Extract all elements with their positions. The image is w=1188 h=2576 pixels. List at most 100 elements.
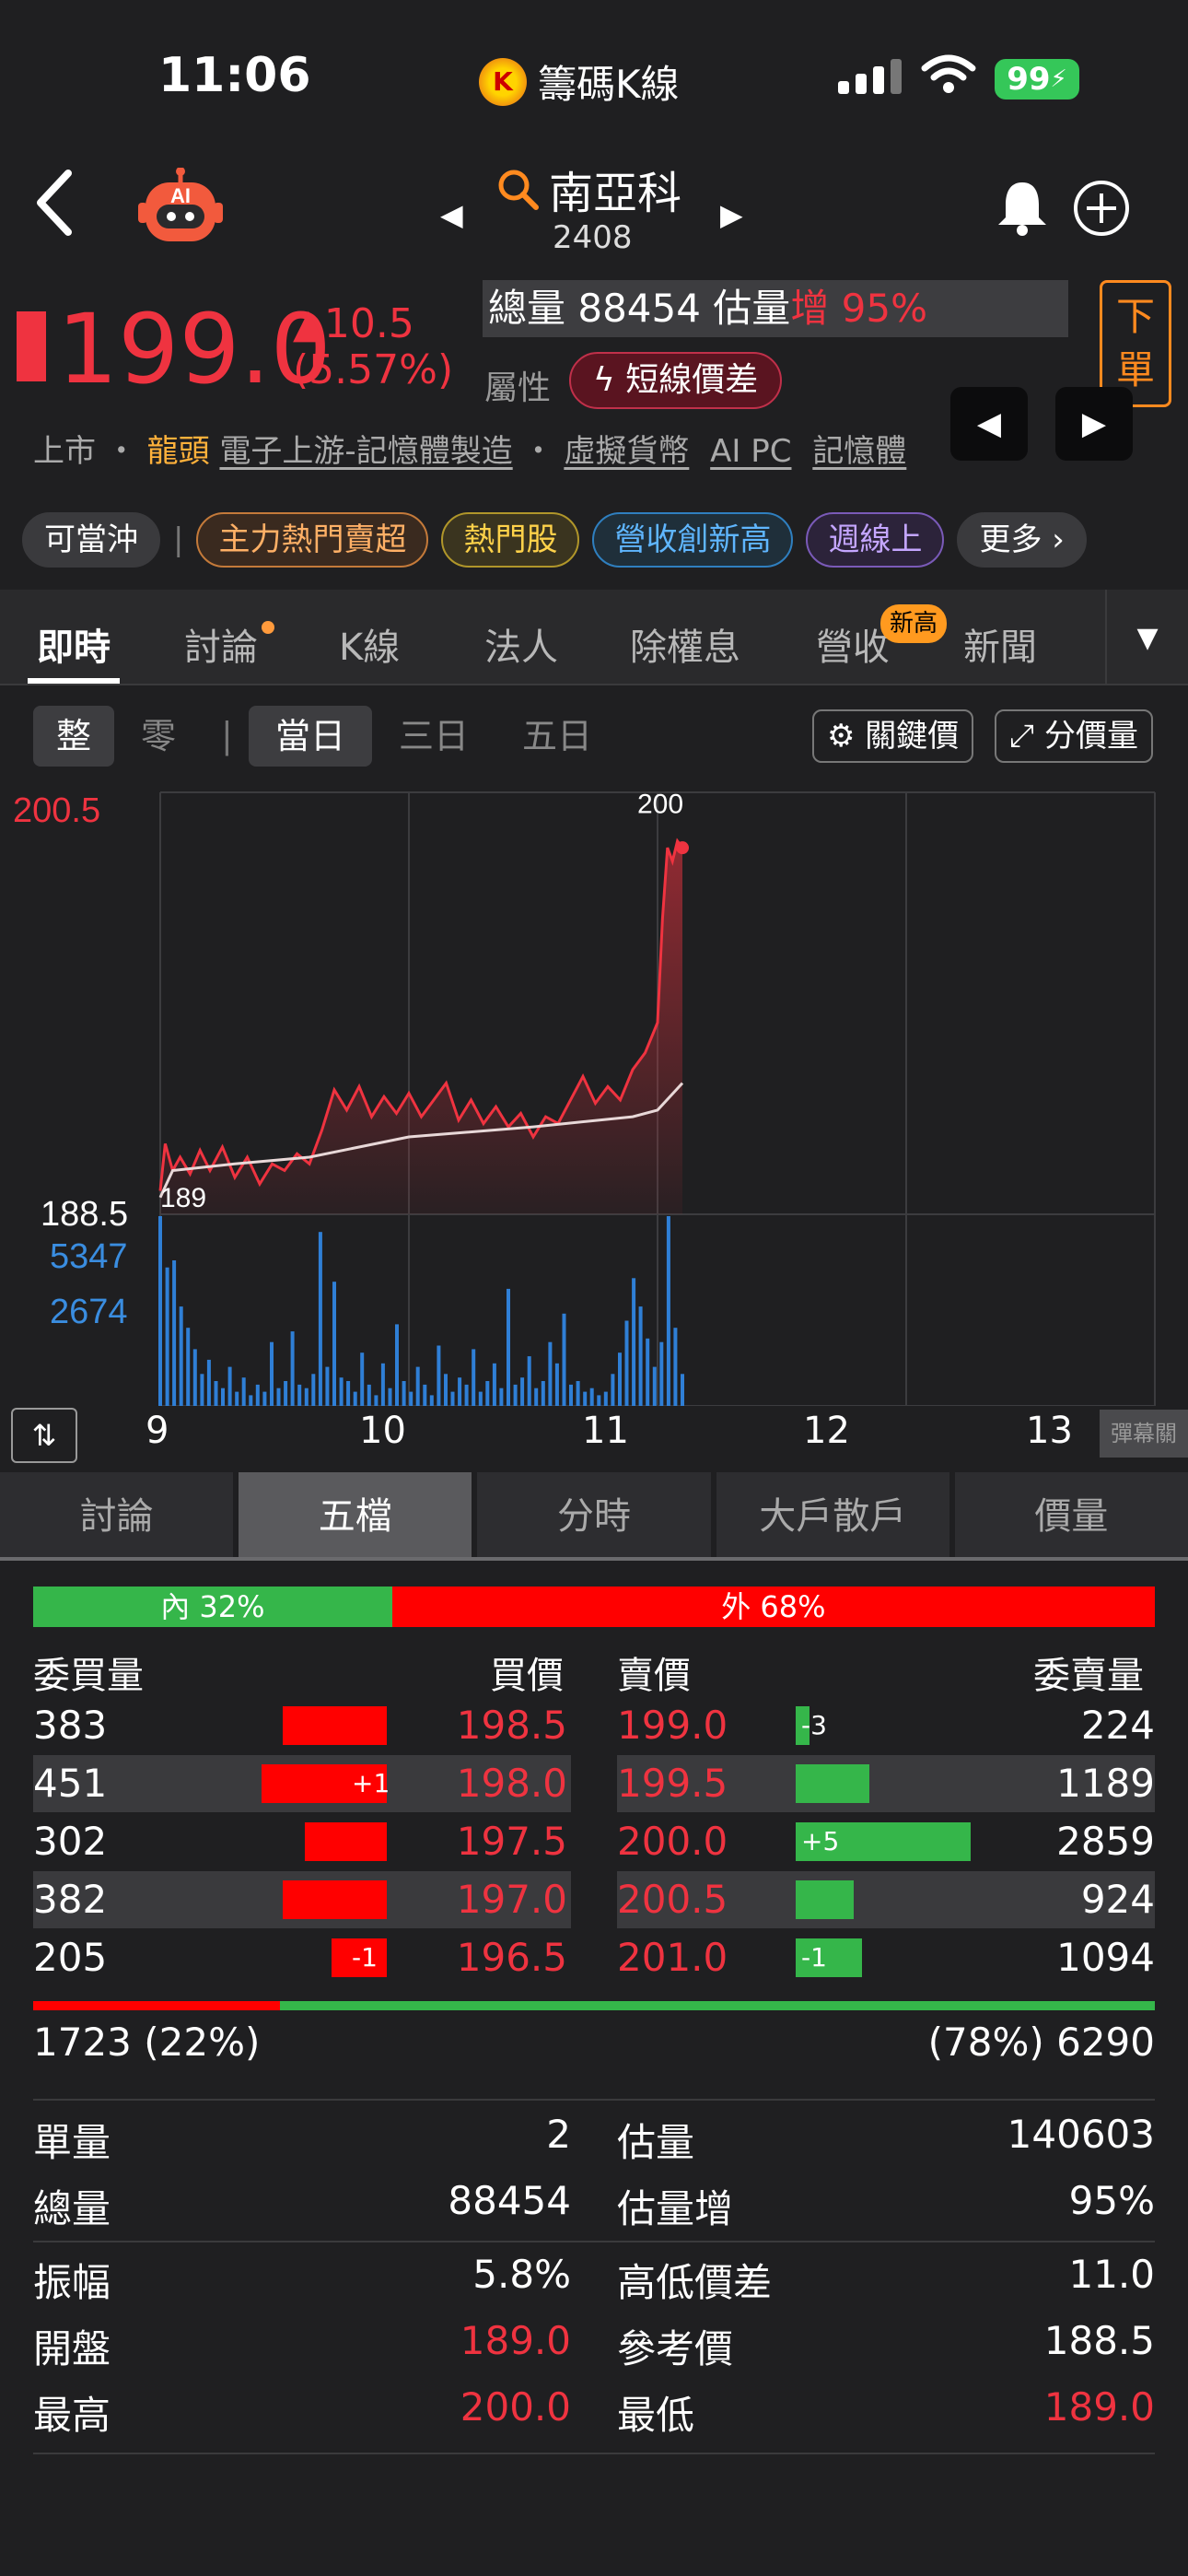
volume-bar [646,1338,650,1406]
range-5day[interactable]: 五日 [495,706,619,767]
volume-bar [339,1377,344,1406]
back-arrow-icon[interactable] [31,166,77,240]
industry-next-button[interactable]: ▶ [1055,387,1133,461]
volume-bar [437,1345,441,1406]
industry-link[interactable]: AI PC [710,433,791,470]
volume-bar [318,1232,322,1406]
ask-total: (78%) 6290 [927,2020,1155,2065]
ask-row[interactable]: 199.5 1189 [617,1755,1155,1812]
range-3day[interactable]: 三日 [372,706,495,767]
volume-bar [158,1216,162,1406]
y-label-bottom: 188.5 [41,1195,128,1234]
ask-volume: 224 [1080,1703,1155,1748]
subtab-timeshare[interactable]: 分時 [477,1472,711,1557]
price-change-pct: (5.57%) [293,346,454,393]
bid-volume: 302 [33,1819,108,1864]
bid-volume: 383 [33,1703,108,1748]
ask-price: 200.0 [617,1819,728,1864]
industry-prev-button[interactable]: ◀ [950,387,1028,461]
tag-hot-stock[interactable]: 熱門股 [441,512,580,568]
day-trade-tag[interactable]: 可當沖 [22,512,160,568]
unread-dot [262,621,274,634]
tab-discussion[interactable]: 討論 [184,617,274,671]
volume-bar [673,1328,678,1406]
volume-bar [395,1324,399,1406]
volume-bar [249,1395,253,1406]
key-price-label: 關鍵價 [865,718,960,755]
volume-bar [638,1306,643,1406]
attribute-tag-label: 短線價差 [625,361,759,399]
tag-main-force[interactable]: 主力熱門賣超 [196,512,429,568]
tab-kline[interactable]: K線 [339,617,400,671]
volume-bar [492,1363,496,1406]
subtab-holders[interactable]: 大戶散戶 [716,1472,949,1557]
volume-bar [541,1381,545,1406]
bid-volume: 451 [33,1761,108,1806]
attribute-tag[interactable]: ϟ 短線價差 [569,352,783,409]
range-today[interactable]: 當日 [249,706,372,767]
barrage-toggle[interactable]: 彈幕關 [1100,1410,1188,1458]
industry-link[interactable]: 電子上游-記憶體製造 [219,433,512,470]
more-tags-button[interactable]: 更多 › [957,512,1087,568]
whole-lot-toggle[interactable]: 整 [33,706,114,767]
low-price: 189.0 [1043,2384,1155,2430]
volume-bar [507,1288,510,1406]
ask-row[interactable]: 200.0 +5 2859 [617,1813,1155,1870]
bid-row[interactable]: 382 197.0 [33,1871,571,1928]
next-stock-arrow[interactable]: ▶ [720,197,743,232]
ask-volume-bar [796,1880,854,1919]
industry-link[interactable]: 虛擬貨幣 [564,433,689,470]
tab-institutional[interactable]: 法人 [484,617,558,671]
lightning-icon: ϟ [593,361,626,399]
add-watchlist-icon[interactable] [1072,179,1131,238]
volume-bar [179,1306,183,1406]
ai-robot-icon[interactable]: AI [136,168,225,249]
subtab-order-book[interactable]: 五檔 [239,1472,472,1557]
ask-volume: 1094 [1056,1935,1155,1980]
odd-lot-toggle[interactable]: 零 [118,706,199,767]
tab-dividend[interactable]: 除權息 [630,617,740,671]
subtab-price-volume[interactable]: 價量 [954,1472,1188,1557]
bid-row[interactable]: 451 +1 198.0 [33,1755,571,1812]
tab-news[interactable]: 新聞 [963,617,1037,671]
intraday-chart[interactable]: 200.5 188.5 5347 2674 200 189 [0,783,1188,1406]
bid-volume: 382 [33,1877,108,1922]
ask-ratio [279,2001,1155,2010]
tag-row: 可當沖 | 主力熱門賣超 熱門股 營收創新高 週線上 更多 › [22,512,1087,568]
tab-live[interactable]: 即時 [37,617,111,671]
stock-search[interactable]: 南亞科 [495,157,681,221]
ask-row[interactable]: 201.0 -1 1094 [617,1929,1155,1986]
stock-code: 2408 [553,219,633,256]
swap-icon: ⇅ [31,1418,57,1453]
tag-weekly[interactable]: 週線上 [806,512,945,568]
volume-bar [284,1381,288,1406]
chart-swap-button[interactable]: ⇅ [11,1408,77,1463]
subtab-discussion[interactable]: 討論 [0,1472,234,1557]
volume-bar [297,1384,302,1406]
volume-bar [576,1381,580,1406]
tag-divider: | [173,521,184,558]
price-volume-label: 分價量 [1044,718,1139,755]
ask-row[interactable]: 199.0 -3 224 [617,1697,1155,1754]
stat-label: 估量 [617,2120,695,2165]
stat-label: 開盤 [33,2326,111,2371]
price-volume-button[interactable]: ⤢ 分價量 [995,709,1154,763]
volume-bar [548,1341,553,1406]
ask-delta: -3 [801,1710,827,1740]
ask-row[interactable]: 200.5 924 [617,1871,1155,1928]
ask-volume: 924 [1080,1877,1155,1922]
bid-row[interactable]: 383 198.5 [33,1697,571,1754]
sub-tab-bar: 討論 五檔 分時 大戶散戶 價量 [0,1472,1188,1561]
tag-revenue-high[interactable]: 營收創新高 [592,512,794,568]
industry-link[interactable]: 記憶體 [812,433,906,470]
tab-revenue[interactable]: 營收 [816,617,890,671]
prev-stock-arrow[interactable]: ◀ [440,197,463,232]
tab-dropdown-button[interactable]: ▼ [1105,590,1188,685]
bid-volume: 205 [33,1935,108,1980]
bid-row[interactable]: 205 -1 196.5 [33,1929,571,1986]
bid-row[interactable]: 302 197.5 [33,1813,571,1870]
stat-label: 估量增 [617,2186,734,2231]
volume-bar [429,1395,434,1406]
key-price-button[interactable]: ⚙ 關鍵價 [812,709,974,763]
bell-icon[interactable] [995,177,1050,236]
